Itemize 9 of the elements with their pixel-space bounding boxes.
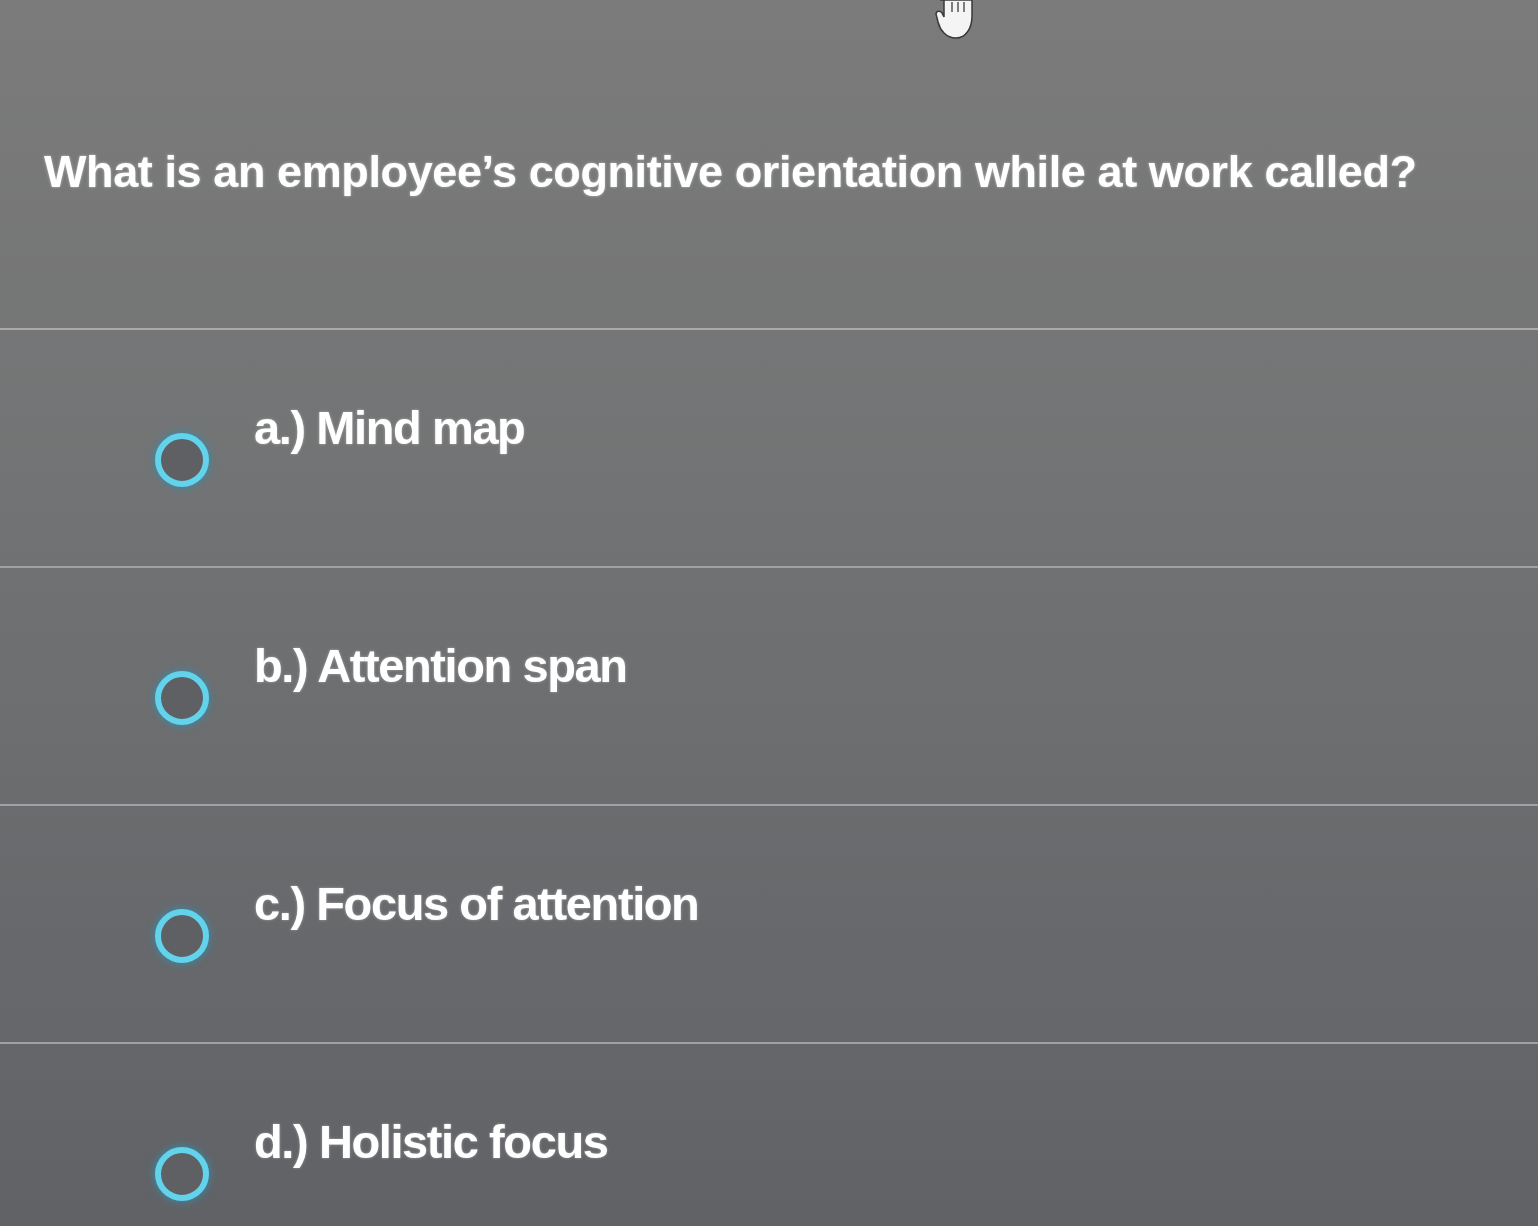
radio-button[interactable]	[152, 906, 212, 966]
radio-button[interactable]	[152, 668, 212, 728]
option-label: c.) Focus of attention	[254, 876, 699, 932]
option-label: a.) Mind map	[254, 400, 525, 456]
radio-button[interactable]	[152, 1144, 212, 1204]
option-label: b.) Attention span	[254, 638, 627, 694]
option-label: d.) Holistic focus	[254, 1114, 608, 1170]
question-text: What is an employee’s cognitive orientation while at work called?	[44, 146, 1417, 198]
radio-button[interactable]	[152, 430, 212, 490]
